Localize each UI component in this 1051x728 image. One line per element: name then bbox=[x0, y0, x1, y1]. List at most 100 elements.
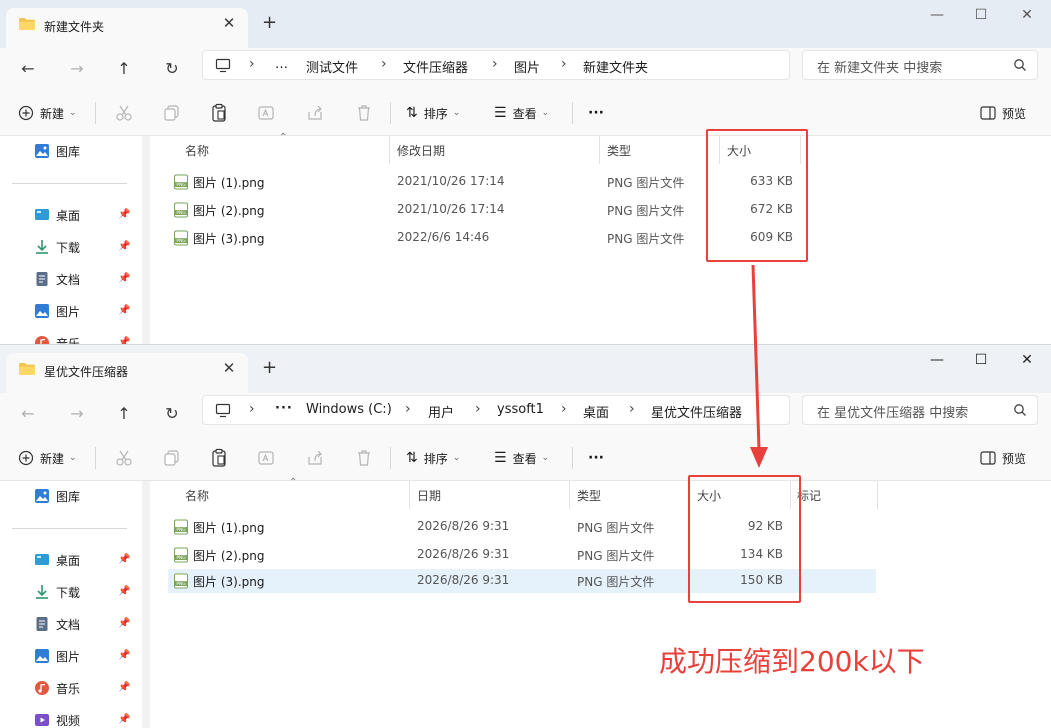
pin-icon[interactable]: 📌 bbox=[118, 586, 130, 597]
tab-active[interactable]: 新建文件夹 ✕ bbox=[6, 8, 248, 48]
sidebar-item-documents[interactable]: 文档 bbox=[34, 269, 80, 289]
new-tab-icon[interactable]: + bbox=[262, 357, 277, 378]
forward-icon[interactable]: → bbox=[66, 58, 88, 80]
sidebar-item-pictures[interactable]: 图片 bbox=[34, 301, 80, 321]
scrollbar[interactable] bbox=[142, 136, 150, 345]
file-name: 图片 (3).png bbox=[193, 575, 265, 589]
delete-icon[interactable] bbox=[354, 103, 374, 123]
search-input[interactable]: 在 新建文件夹 中搜索 bbox=[802, 50, 1038, 80]
copy-icon[interactable] bbox=[162, 448, 182, 468]
rename-icon[interactable] bbox=[256, 103, 276, 123]
sidebar-item-downloads[interactable]: 下载 bbox=[34, 237, 80, 257]
forward-icon[interactable]: → bbox=[66, 403, 88, 425]
paste-icon[interactable] bbox=[209, 448, 229, 468]
breadcrumb-item-current[interactable]: 星优文件压缩器 bbox=[651, 402, 742, 421]
pin-icon[interactable]: 📌 bbox=[118, 650, 130, 661]
breadcrumb-ellipsis[interactable]: … bbox=[275, 57, 288, 72]
minimize-icon[interactable]: — bbox=[925, 4, 949, 28]
back-icon[interactable]: ← bbox=[17, 58, 39, 80]
column-header-type[interactable]: 类型 bbox=[577, 481, 601, 509]
more-options-button[interactable]: ··· bbox=[588, 102, 604, 124]
breadcrumb-item[interactable]: 文件压缩器 bbox=[403, 57, 468, 76]
breadcrumb-item[interactable]: yssoft1 bbox=[497, 402, 544, 417]
pin-icon[interactable]: 📌 bbox=[118, 682, 130, 693]
share-icon[interactable] bbox=[305, 103, 325, 123]
pin-icon[interactable]: 📌 bbox=[118, 209, 130, 220]
sidebar-item-desktop[interactable]: 桌面 bbox=[34, 205, 80, 225]
refresh-icon[interactable]: ↻ bbox=[161, 58, 183, 80]
copy-icon[interactable] bbox=[162, 103, 182, 123]
cut-icon[interactable] bbox=[114, 448, 134, 468]
preview-button[interactable]: 预览 bbox=[980, 447, 1026, 469]
view-label: 查看 bbox=[512, 451, 537, 466]
back-icon[interactable]: ← bbox=[17, 403, 39, 425]
breadcrumb-item[interactable]: 测试文件 bbox=[306, 57, 358, 76]
column-divider[interactable] bbox=[389, 136, 390, 164]
maximize-icon[interactable]: ☐ bbox=[969, 4, 993, 28]
minimize-icon[interactable]: — bbox=[925, 349, 949, 373]
share-icon[interactable] bbox=[305, 448, 325, 468]
scrollbar[interactable] bbox=[142, 481, 150, 728]
column-header-name[interactable]: 名称 bbox=[185, 136, 209, 164]
column-divider[interactable] bbox=[877, 481, 878, 509]
breadcrumb-item[interactable]: 桌面 bbox=[583, 402, 609, 421]
up-icon[interactable]: ↑ bbox=[113, 403, 135, 425]
column-header-date[interactable]: 日期 bbox=[417, 481, 441, 509]
rename-icon[interactable] bbox=[256, 448, 276, 468]
more-options-button[interactable]: ··· bbox=[588, 447, 604, 469]
pin-icon[interactable]: 📌 bbox=[118, 714, 130, 725]
view-button[interactable]: ☰ 查看 ⌄ bbox=[494, 447, 549, 469]
sort-button[interactable]: ⇅ 排序 ⌄ bbox=[406, 102, 460, 124]
tab-close-icon[interactable]: ✕ bbox=[220, 14, 238, 32]
tab-close-icon[interactable]: ✕ bbox=[220, 359, 238, 377]
sidebar-item-pictures[interactable]: 图片 bbox=[34, 646, 80, 666]
search-input[interactable]: 在 星优文件压缩器 中搜索 bbox=[802, 395, 1038, 425]
close-window-icon[interactable]: ✕ bbox=[1015, 349, 1039, 373]
size-highlight-box-after bbox=[688, 475, 801, 603]
column-divider[interactable] bbox=[569, 481, 570, 509]
up-icon[interactable]: ↑ bbox=[113, 58, 135, 80]
pin-icon[interactable]: 📌 bbox=[118, 618, 130, 629]
delete-icon[interactable] bbox=[354, 448, 374, 468]
breadcrumb-item[interactable]: Windows (C:) bbox=[306, 402, 392, 417]
new-button[interactable]: 新建 ⌄ bbox=[18, 447, 77, 469]
breadcrumb-item[interactable]: 用户 bbox=[428, 402, 454, 421]
sidebar-item-desktop[interactable]: 桌面 bbox=[34, 550, 80, 570]
address-bar[interactable]: › ··· Windows (C:) › 用户 › yssoft1 › 桌面 ›… bbox=[202, 395, 790, 425]
file-date: 2026/8/26 9:31 bbox=[417, 573, 510, 587]
sidebar-item-downloads[interactable]: 下载 bbox=[34, 582, 80, 602]
column-divider[interactable] bbox=[409, 481, 410, 509]
pin-icon[interactable]: 📌 bbox=[118, 554, 130, 565]
column-header-type[interactable]: 类型 bbox=[607, 136, 631, 164]
column-divider[interactable] bbox=[599, 136, 600, 164]
new-tab-icon[interactable]: + bbox=[262, 12, 277, 33]
column-header-name[interactable]: 名称 bbox=[185, 481, 209, 509]
pin-icon[interactable]: 📌 bbox=[118, 305, 130, 316]
breadcrumb-overflow[interactable]: ··· bbox=[275, 401, 293, 416]
sidebar-item-label: 图库 bbox=[56, 489, 81, 504]
breadcrumb-item-current[interactable]: 新建文件夹 bbox=[583, 57, 648, 76]
sidebar-item-music[interactable]: 音乐 bbox=[34, 678, 80, 698]
tab-active[interactable]: 星优文件压缩器 ✕ bbox=[6, 353, 248, 393]
sidebar-item-label: 桌面 bbox=[56, 553, 81, 568]
sidebar-item-gallery[interactable]: 图库 bbox=[34, 486, 80, 506]
sort-button[interactable]: ⇅ 排序 ⌄ bbox=[406, 447, 460, 469]
preview-button[interactable]: 预览 bbox=[980, 102, 1026, 124]
sidebar-item-gallery[interactable]: 图库 bbox=[34, 141, 80, 161]
sidebar-item-videos[interactable]: 视频 bbox=[34, 710, 80, 728]
pin-icon[interactable]: 📌 bbox=[118, 241, 130, 252]
cut-icon[interactable] bbox=[114, 103, 134, 123]
file-type: PNG 图片文件 bbox=[607, 232, 685, 246]
sidebar-item-documents[interactable]: 文档 bbox=[34, 614, 80, 634]
refresh-icon[interactable]: ↻ bbox=[161, 403, 183, 425]
address-bar[interactable]: › … 测试文件 › 文件压缩器 › 图片 › 新建文件夹 bbox=[202, 50, 790, 80]
new-button[interactable]: 新建 ⌄ bbox=[18, 102, 77, 124]
pin-icon[interactable]: 📌 bbox=[118, 273, 130, 284]
close-window-icon[interactable]: ✕ bbox=[1015, 4, 1039, 28]
breadcrumb-item[interactable]: 图片 bbox=[514, 57, 540, 76]
paste-icon[interactable] bbox=[209, 103, 229, 123]
view-button[interactable]: ☰ 查看 ⌄ bbox=[494, 102, 549, 124]
maximize-icon[interactable]: ☐ bbox=[969, 349, 993, 373]
column-header-date[interactable]: 修改日期 bbox=[397, 136, 445, 164]
png-file-icon bbox=[173, 230, 189, 246]
